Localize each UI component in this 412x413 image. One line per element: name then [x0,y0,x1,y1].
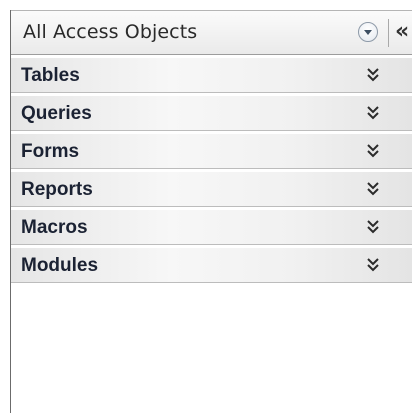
group-header-tables[interactable]: Tables [11,57,412,93]
header-divider [388,19,389,47]
navigation-pane: All Access Objects « Tables Queries Form… [0,0,412,413]
double-chevron-down-icon[interactable] [366,180,380,198]
double-chevron-down-icon[interactable] [366,142,380,160]
double-chevron-down-icon[interactable] [366,66,380,84]
group-label: Tables [21,65,80,86]
group-header-macros[interactable]: Macros [11,209,412,245]
group-label: Queries [21,103,92,124]
group-label: Reports [21,179,93,200]
group-label: Macros [21,217,88,238]
group-label: Forms [21,141,80,162]
double-chevron-down-icon[interactable] [366,256,380,274]
shutter-bar-close-icon[interactable]: « [395,19,409,45]
pane-title[interactable]: All Access Objects [23,21,197,43]
group-list: Tables Queries Forms Reports Macros Modu… [11,57,412,285]
chevron-circle-down-icon[interactable] [358,22,378,42]
pane-header[interactable]: All Access Objects « [11,10,412,55]
double-chevron-down-icon[interactable] [366,218,380,236]
group-header-queries[interactable]: Queries [11,95,412,131]
group-header-modules[interactable]: Modules [11,247,412,283]
double-chevron-down-icon[interactable] [366,104,380,122]
group-header-reports[interactable]: Reports [11,171,412,207]
group-label: Modules [21,255,99,276]
group-header-forms[interactable]: Forms [11,133,412,169]
